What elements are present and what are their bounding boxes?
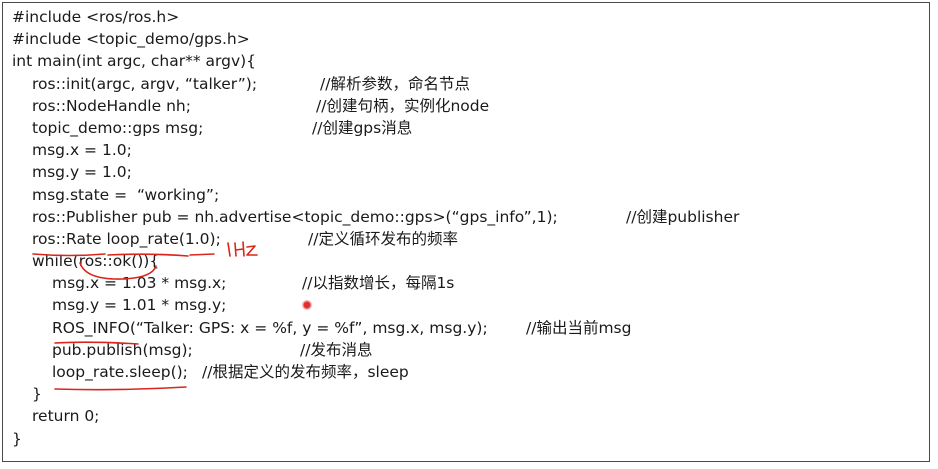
code-text: ros::Rate loop_rate(1.0); xyxy=(32,229,221,248)
code-comment: //以指数增长，每隔1s xyxy=(302,274,455,293)
code-text: msg.y = 1.01 * msg.y; xyxy=(52,296,227,315)
code-text: loop_rate.sleep(); xyxy=(52,363,188,381)
code-text: ros::init(argc, argv, “talker”); xyxy=(32,74,258,93)
code-line: ROS_INFO(“Talker: GPS: x = %f, y = %f”, … xyxy=(12,317,631,339)
code-line: msg.y = 1.01 * msg.y; xyxy=(12,294,558,316)
code-line: ros::init(argc, argv, “talker”); //解析参数，命… xyxy=(12,73,558,95)
code-text: return 0; xyxy=(32,407,100,426)
code-line: #include <topic_demo/gps.h> xyxy=(12,28,558,50)
code-text: pub.publish(msg); xyxy=(52,340,193,359)
code-line: loop_rate.sleep(); //根据定义的发布频率，sleep xyxy=(12,361,558,383)
code-line: pub.publish(msg); //发布消息 xyxy=(12,339,558,361)
code-line: ros::NodeHandle nh; //创建句柄，实例化node xyxy=(12,95,558,117)
code-text: ROS_INFO(“Talker: GPS: x = %f, y = %f”, … xyxy=(52,318,488,337)
code-line: int main(int argc, char** argv){ xyxy=(12,50,558,72)
code-line: #include <ros/ros.h> xyxy=(12,6,558,28)
code-line: msg.x = 1.0; xyxy=(12,139,558,161)
code-line: msg.state = “working”; xyxy=(12,184,558,206)
code-text: topic_demo::gps msg; xyxy=(32,118,204,137)
code-comment: //发布消息 xyxy=(300,340,373,359)
code-comment: //根据定义的发布频率，sleep xyxy=(202,363,409,381)
code-comment: //解析参数，命名节点 xyxy=(320,74,470,93)
code-text: msg.state = “working”; xyxy=(32,185,220,204)
code-comment: //定义循环发布的频率 xyxy=(308,229,458,248)
code-text: msg.x = 1.03 * msg.x; xyxy=(52,274,227,293)
code-text: ros::Publisher pub = nh.advertise<topic_… xyxy=(32,207,558,226)
code-text: msg.x = 1.0; xyxy=(32,141,132,160)
code-text: #include <topic_demo/gps.h> xyxy=(12,30,250,49)
code-comment: //创建publisher xyxy=(626,207,740,226)
code-line: while(ros::ok()){ xyxy=(12,250,558,272)
code-text: while(ros::ok()){ xyxy=(32,252,160,271)
code-line: msg.x = 1.03 * msg.x; //以指数增长，每隔1s xyxy=(12,272,558,294)
laser-pointer-dot xyxy=(302,300,312,310)
code-text: msg.y = 1.0; xyxy=(32,163,132,182)
code-text: ros::NodeHandle nh; xyxy=(32,96,191,115)
code-text: int main(int argc, char** argv){ xyxy=(12,52,257,71)
code-line: msg.y = 1.0; xyxy=(12,161,558,183)
code-text: #include <ros/ros.h> xyxy=(12,8,180,26)
code-comment: //创建gps消息 xyxy=(312,118,413,137)
code-line: return 0; xyxy=(12,405,558,427)
code-block: #include <ros/ros.h> #include <topic_dem… xyxy=(12,6,739,450)
code-line: topic_demo::gps msg; //创建gps消息 xyxy=(12,117,558,139)
code-line: } xyxy=(12,428,558,450)
code-comment: //输出当前msg xyxy=(526,318,632,337)
code-line: ros::Publisher pub = nh.advertise<topic_… xyxy=(12,206,739,228)
code-line: } xyxy=(12,383,558,405)
code-text: } xyxy=(32,385,42,404)
code-comment: //创建句柄，实例化node xyxy=(316,96,490,115)
code-line: ros::Rate loop_rate(1.0); //定义循环发布的频率 xyxy=(12,228,558,250)
code-text: } xyxy=(12,429,22,448)
